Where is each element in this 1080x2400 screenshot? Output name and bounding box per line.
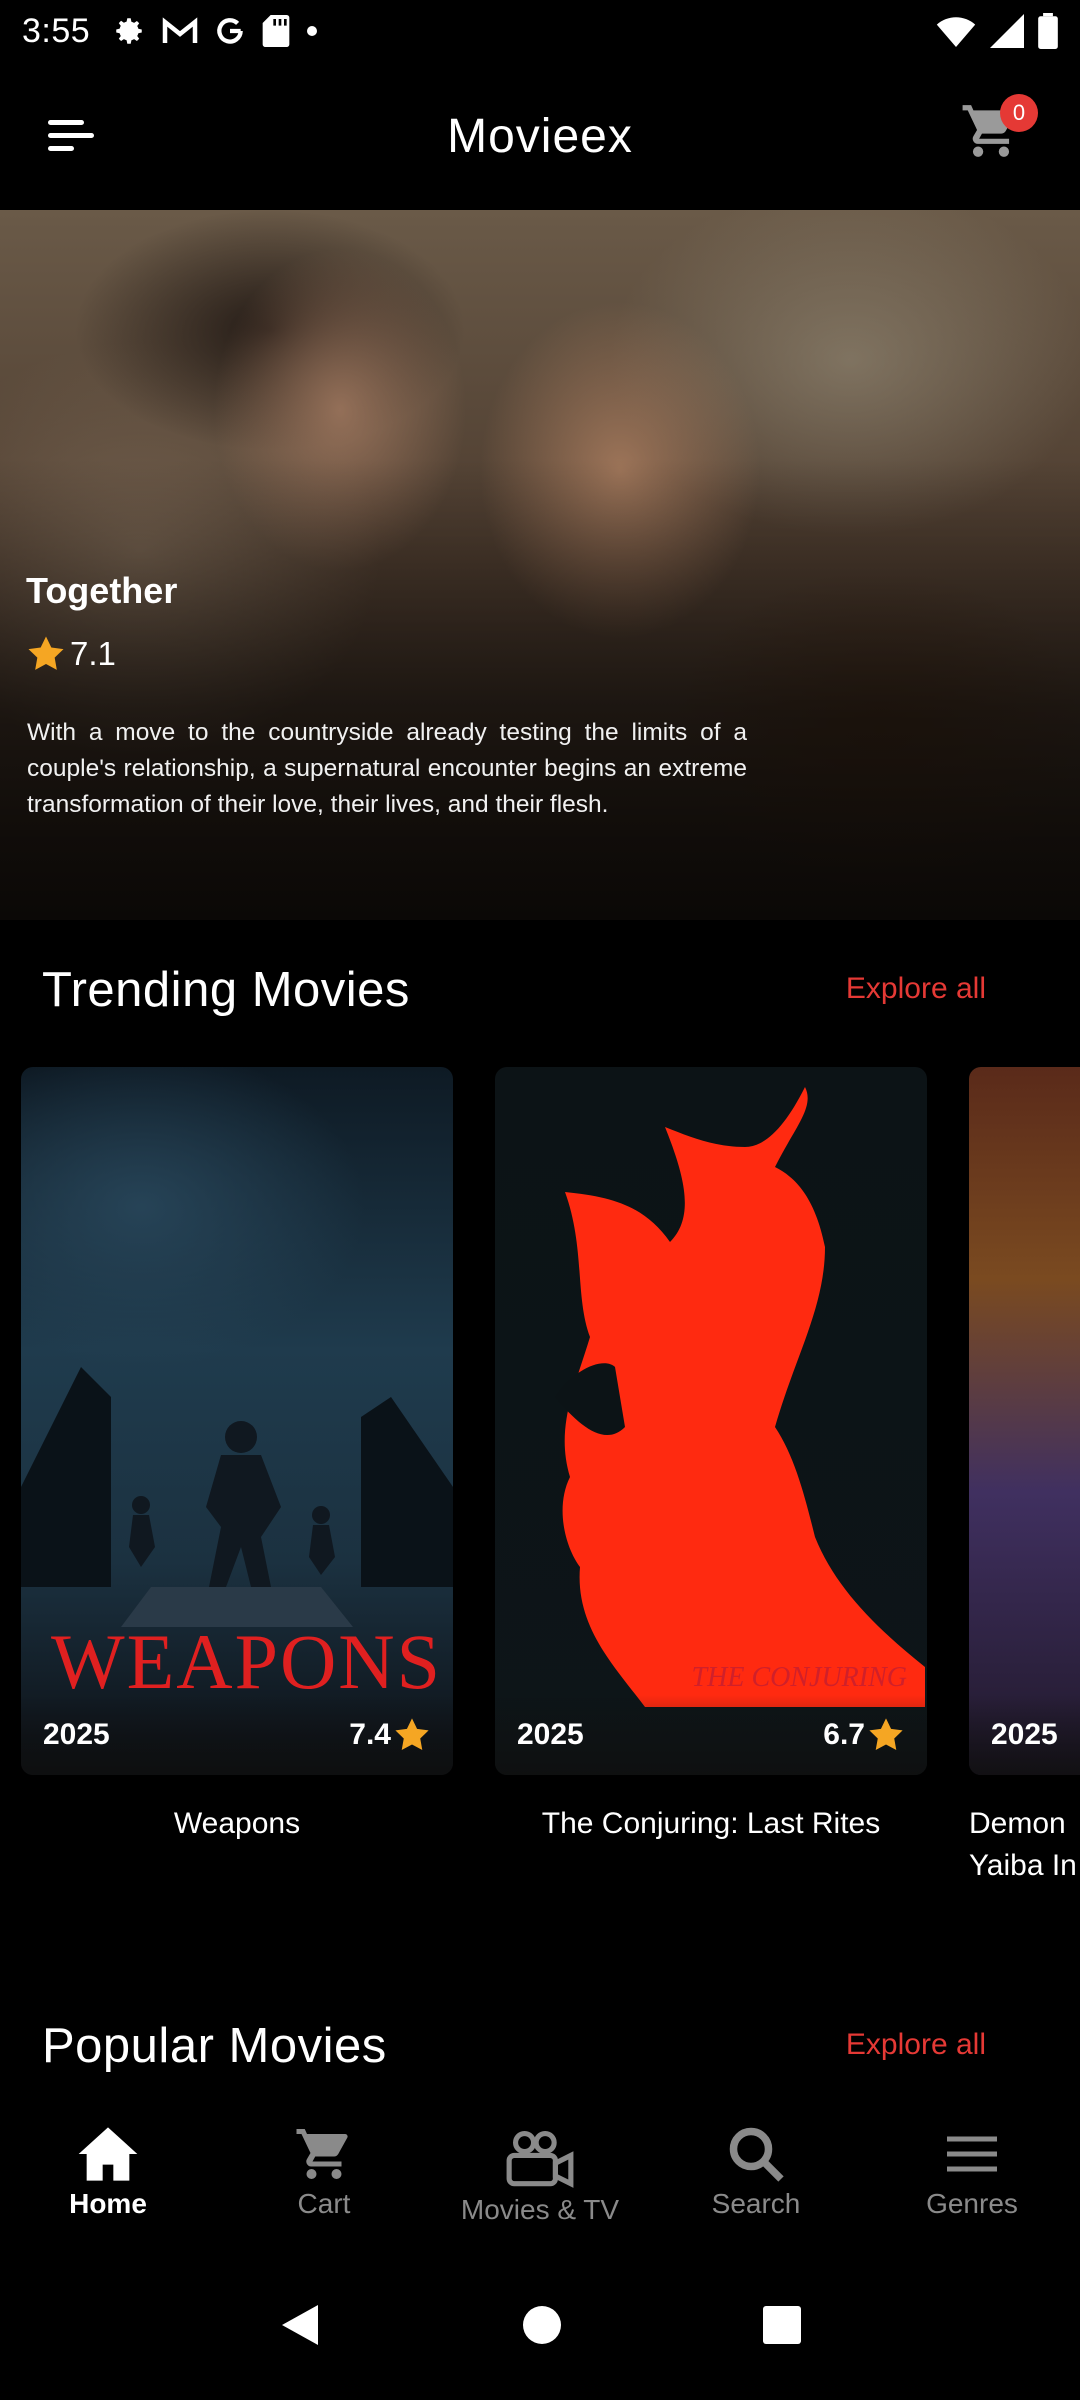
cart-count-badge: 0 — [1000, 94, 1038, 132]
menu-lines-icon — [947, 2136, 997, 2172]
status-bar: 3:55 — [0, 0, 1080, 62]
status-time: 3:55 — [22, 11, 91, 50]
movie-year: 2025 — [517, 1718, 584, 1751]
movie-rating-value: 7.4 — [349, 1718, 391, 1751]
google-icon — [217, 18, 243, 44]
trending-section-header: Trending Movies Explore all — [0, 962, 1080, 1032]
movie-poster[interactable]: THE CONJURING 2025 6.7 — [495, 1067, 927, 1775]
poster-meta-bar: 2025 — [969, 1695, 1080, 1775]
system-status-icons — [936, 13, 1058, 49]
nav-home[interactable]: Home — [0, 2100, 216, 2250]
movie-title: Demon Yaiba In — [969, 1803, 1080, 1887]
nav-cart[interactable]: Cart — [216, 2100, 432, 2250]
movie-card-demon-slayer[interactable]: 2025 Demon Yaiba In — [969, 1067, 1080, 1887]
movie-rating: 6.7 — [823, 1716, 905, 1754]
recents-square-icon[interactable] — [762, 2305, 802, 2345]
dot-icon — [307, 26, 318, 36]
hero-banner[interactable]: Together 7.1 With a move to the countrys… — [0, 210, 1080, 920]
movie-card-weapons[interactable]: WEAPONS 2025 7.4 Weapons — [21, 1067, 453, 1845]
bottom-navigation: Home Cart Movies & TV Search Genres — [0, 2100, 1080, 2250]
star-icon — [869, 1718, 903, 1751]
hero-title: Together — [26, 570, 178, 611]
popular-title: Popular Movies — [42, 2019, 387, 2073]
nav-label: Movies & TV — [460, 2194, 620, 2225]
hero-description: With a move to the countryside already t… — [27, 719, 747, 818]
hero-rating-value: 7.1 — [70, 635, 116, 672]
poster-meta-bar: 2025 6.7 — [495, 1695, 927, 1775]
app-bar: Movieex 0 — [0, 62, 1080, 210]
poster-meta-bar: 2025 7.4 — [21, 1695, 453, 1775]
movie-title-line-1: Demon — [969, 1807, 1066, 1840]
cart-icon — [296, 2129, 348, 2179]
nav-label: Cart — [297, 2188, 351, 2219]
star-icon — [395, 1718, 429, 1751]
movie-poster[interactable]: WEAPONS 2025 7.4 — [21, 1067, 453, 1775]
trending-title: Trending Movies — [42, 963, 410, 1017]
poster-title-text: THE CONJURING — [691, 1662, 907, 1693]
search-icon — [729, 2127, 784, 2182]
movie-year: 2025 — [991, 1718, 1058, 1751]
movie-year: 2025 — [43, 1718, 110, 1751]
wifi-icon — [936, 17, 976, 47]
movie-title-line-2: Yaiba In — [969, 1849, 1077, 1882]
video-camera-icon — [506, 2131, 574, 2188]
nav-movies-tv[interactable]: Movies & TV — [432, 2100, 648, 2250]
menu-button[interactable] — [44, 112, 100, 160]
movie-rating-value: 6.7 — [823, 1718, 865, 1751]
system-navigation-bar — [0, 2250, 1080, 2400]
app-title: Movieex — [447, 109, 633, 163]
nav-label: Genres — [926, 2188, 1018, 2219]
nav-label: Search — [711, 2188, 801, 2219]
poster-title-text: WEAPONS — [51, 1618, 443, 1705]
nav-label: Home — [69, 2188, 147, 2219]
movie-title: Weapons — [173, 1807, 301, 1840]
star-icon — [28, 636, 64, 670]
hamburger-menu-icon — [48, 120, 94, 151]
movie-card-the-conjuring[interactable]: THE CONJURING 2025 6.7 The Conjuring: La… — [495, 1067, 927, 1845]
trending-explore-all-link[interactable]: Explore all — [846, 972, 986, 1006]
sd-card-icon — [262, 15, 290, 47]
popular-section-header: Popular Movies Explore all — [0, 2018, 1080, 2088]
home-circle-icon[interactable] — [522, 2305, 562, 2345]
home-icon — [78, 2127, 138, 2181]
settings-gear-icon — [116, 18, 142, 44]
popular-explore-all-link[interactable]: Explore all — [846, 2028, 986, 2062]
nav-genres[interactable]: Genres — [864, 2100, 1080, 2250]
signal-icon — [990, 14, 1024, 48]
hero-rating: 7.1 — [26, 634, 116, 674]
cart-button[interactable]: 0 — [960, 94, 1038, 170]
gmail-icon — [162, 17, 198, 43]
movie-rating: 7.4 — [349, 1716, 431, 1754]
notification-icons — [112, 14, 318, 48]
nav-search[interactable]: Search — [648, 2100, 864, 2250]
movie-poster[interactable]: 2025 — [969, 1067, 1080, 1775]
back-icon[interactable] — [278, 2301, 322, 2349]
battery-icon — [1038, 13, 1058, 49]
movie-title: The Conjuring: Last Rites — [541, 1807, 881, 1840]
